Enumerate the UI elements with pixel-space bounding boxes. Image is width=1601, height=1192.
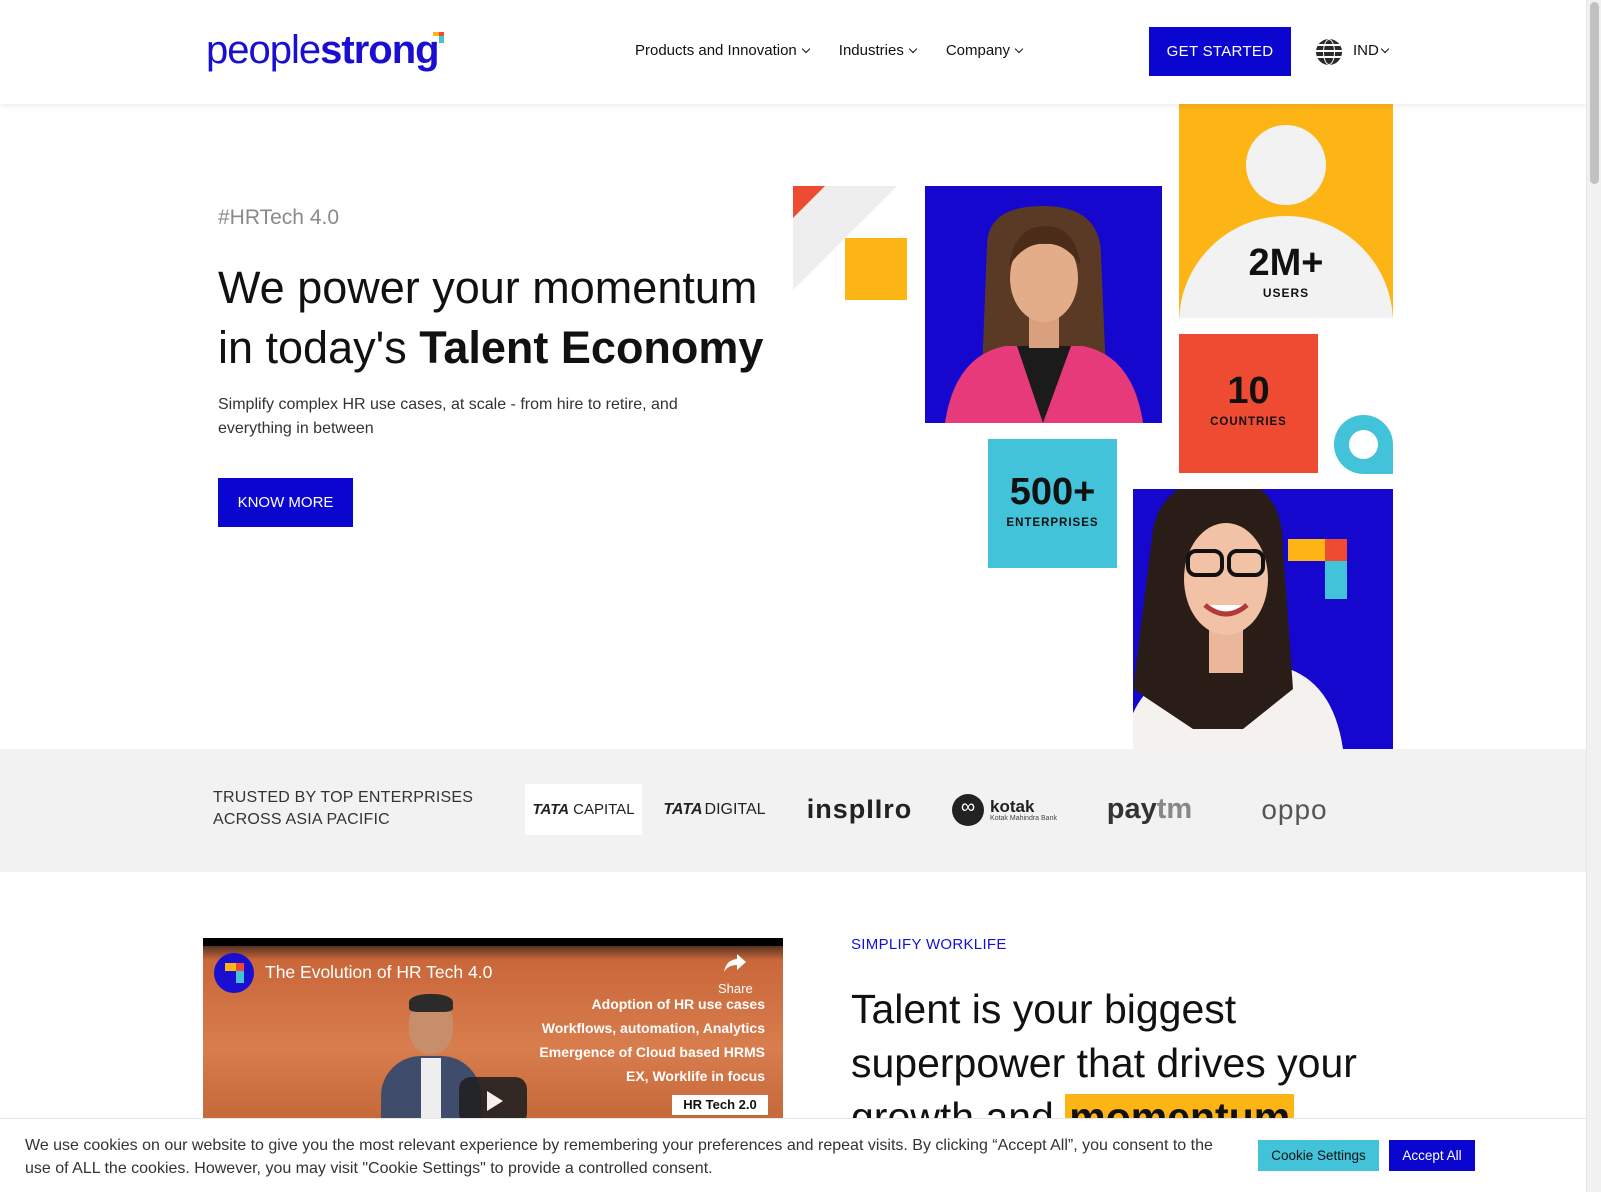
section-eyebrow: SIMPLIFY WORKLIFE [851,936,1007,953]
chevron-down-icon [908,44,918,54]
logo-text: TATA [663,800,703,818]
tata-capital-logo: TATA CAPITAL [525,784,642,835]
logo-text: DIGITAL [704,800,766,818]
decorative-square [845,238,907,300]
video-slide-line: Adoption of HR use cases [591,996,765,1012]
heading-line-2: superpower that drives your [851,1040,1357,1086]
chevron-down-icon [1014,44,1024,54]
stat-countries-label: COUNTRIES [1210,416,1287,428]
cookie-consent-bar: We use cookies on our website to give yo… [0,1118,1586,1192]
region-label: IND [1353,42,1379,59]
video-badge: HR Tech 2.0 [672,1095,768,1115]
kotak-wordmark: kotak Kotak Mahindra Bank [990,798,1057,822]
trusted-label-line-2: ACROSS ASIA PACIFIC [213,811,390,828]
headline-emphasis: Talent Economy [419,322,764,373]
stat-enterprises-label: ENTERPRISES [1006,517,1099,529]
person-photo-1 [925,186,1162,423]
brand-mark-icon [1288,539,1348,599]
stat-enterprises-card: 500+ ENTERPRISES [988,439,1117,568]
cookie-settings-button[interactable]: Cookie Settings [1258,1140,1379,1171]
stat-countries-card: 10 COUNTRIES [1179,334,1318,473]
video-top-bar [203,938,783,946]
hero-tag: #HRTech 4.0 [218,206,340,229]
stat-users-card: 2M+ USERS [1179,104,1393,318]
hero-subtext: Simplify complex HR use cases, at scale … [218,396,678,437]
heading-line-1: Talent is your biggest [851,986,1237,1032]
trusted-label: TRUSTED BY TOP ENTERPRISES ACROSS ASIA P… [213,787,473,831]
logo-text: pay [1106,793,1157,825]
nav-label: Products and Innovation [635,42,797,59]
headline-line-2: in today's [218,322,420,373]
client-logos: TATACAPITAL TATADIGITAL inspIIro kotak K… [525,784,1367,835]
region-selector[interactable]: IND [1353,42,1390,59]
tata-digital-logo: TATA DIGITAL [642,784,787,835]
channel-avatar-icon[interactable] [214,953,254,993]
share-icon[interactable] [724,954,746,972]
logo-text: CAPITAL [573,801,635,818]
logo-text-people: people [206,28,321,72]
site-header: peoplestrong Products and Innovation Ind… [0,0,1586,104]
peoplestrong-logo[interactable]: peoplestrong [206,28,444,72]
kotak-logo: kotak Kotak Mahindra Bank [932,784,1077,835]
user-avatar-icon [1246,125,1326,205]
scrollbar-thumb[interactable] [1590,2,1599,184]
logo-text: kotak [990,796,1035,816]
trusted-by-section: TRUSTED BY TOP ENTERPRISES ACROSS ASIA P… [0,749,1586,872]
get-started-button[interactable]: GET STARTED [1149,27,1291,76]
stat-users-value: 2M+ [1248,242,1324,284]
video-slide-line: Emergence of Cloud based HRMS [539,1044,765,1060]
cookie-text: We use cookies on our website to give yo… [25,1137,1213,1177]
stat-users-label: USERS [1262,286,1310,300]
trusted-label-line-1: TRUSTED BY TOP ENTERPRISES [213,789,474,806]
logo-text: TATA [532,801,570,818]
play-icon[interactable] [459,1077,527,1120]
logo-subtext: Kotak Mahindra Bank [990,814,1057,822]
nav-products-and-innovation[interactable]: Products and Innovation [635,42,811,59]
logo-text-strong: strong [320,28,439,72]
video-title[interactable]: The Evolution of HR Tech 4.0 [265,962,492,983]
accept-all-button[interactable]: Accept All [1389,1140,1475,1171]
decorative-drop-shape [1334,415,1393,474]
nav-label: Company [945,42,1011,59]
globe-icon[interactable] [1316,39,1342,65]
main-nav: Products and Innovation Industries Compa… [635,42,1024,59]
kotak-infinity-icon [952,793,985,826]
video-player[interactable]: The Evolution of HR Tech 4.0 Share Adopt… [203,938,783,1120]
nav-company[interactable]: Company [945,42,1024,59]
video-slide-line: Workflows, automation, Analytics [541,1020,765,1036]
nav-label: Industries [838,42,904,59]
chevron-down-icon [801,44,811,54]
stat-enterprises-value: 500+ [1009,471,1096,513]
page-scrollbar[interactable] [1586,0,1601,1192]
stat-countries-value: 10 [1227,370,1270,412]
woman-portrait-image [945,206,1143,423]
oppo-logo: oppo [1261,793,1328,825]
person-photo-2 [1133,489,1393,749]
chevron-down-icon [1380,44,1390,54]
woman-glasses-portrait-image [1133,489,1343,749]
logo-text: tm [1156,793,1193,825]
hero-headline: We power your momentum in today's Talent… [218,258,778,378]
video-slide-line: EX, Worklife in focus [626,1068,765,1084]
logo-mark-icon [432,32,445,44]
nav-industries[interactable]: Industries [838,42,918,59]
headline-line-1: We power your momentum [218,262,758,313]
know-more-button[interactable]: KNOW MORE [218,478,353,527]
video-slide-text: Adoption of HR use cases Workflows, auto… [539,992,765,1088]
inspiro-logo: inspIIro [806,794,913,824]
paytm-logo: pay tm [1077,784,1222,835]
